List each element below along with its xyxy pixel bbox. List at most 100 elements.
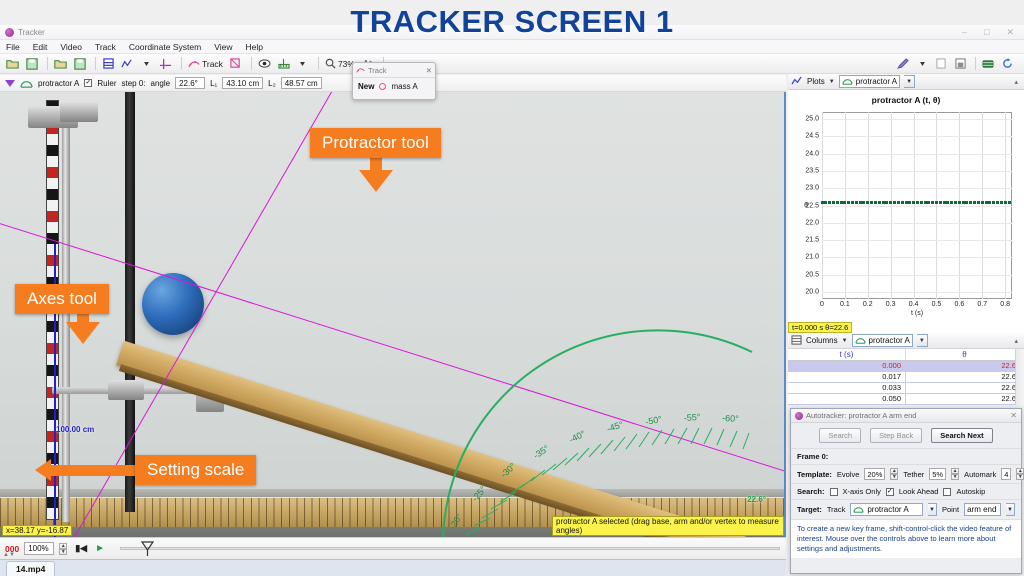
target-track-selector[interactable]: protractor A [850,503,923,516]
ruler-icon[interactable] [276,55,292,72]
plot-data-point [828,200,832,204]
menu-view[interactable]: View [212,42,234,52]
automark-field[interactable]: 4 [1001,468,1012,480]
panel-resize-arrows[interactable]: ▲▼ [3,552,15,558]
table-track-dropdown-icon[interactable]: ▼ [916,334,928,347]
track-popup-window[interactable]: Track ✕ New mass A [352,62,436,100]
protractor-overlay[interactable]: -10° -15° -20° -25° -30° -35° -40° -45° … [352,187,772,537]
table-icon[interactable] [100,55,116,72]
columns-menu-chevron-icon[interactable]: ▼ [842,338,848,344]
plot-status-readout: t=0.000 s θ=22.6 [788,322,853,333]
l2-value-field[interactable]: 48.57 cm [280,77,322,89]
track-name-label[interactable]: protractor A [38,79,79,88]
autotracker-close-icon[interactable]: ✕ [1010,411,1017,420]
evolve-stepper[interactable]: ▲ ▼ [890,468,899,480]
xaxis-only-checkbox[interactable] [829,487,838,496]
file-tabs-bar: 14.mp4 [0,559,786,576]
data-table[interactable]: t (s) θ 0.000 22.6° 0.017 22.6° 0.033 22.6° 0.… [788,349,1024,405]
menu-video[interactable]: Video [58,42,84,52]
plot-data-point [870,200,874,204]
save-icon[interactable] [24,55,40,72]
chevron-down-icon[interactable] [295,55,311,72]
rate-stepper[interactable]: ▲ ▼ [59,542,68,555]
video-scrubber[interactable] [119,541,780,556]
ruler-checkbox[interactable]: ✓ [84,79,93,87]
main-toolbar: Track 73% A⁺ [0,54,1024,74]
menu-file[interactable]: File [4,42,22,52]
target-point-dropdown-icon[interactable]: ▼ [1005,503,1015,516]
chevron-down-icon[interactable] [914,55,930,72]
playhead-marker[interactable] [140,541,155,557]
look-ahead-checkbox[interactable]: ✓ [885,487,894,496]
plot-icon[interactable] [119,55,135,72]
plot-collapse-icon[interactable]: ▴ [1014,78,1021,86]
track-menu-triangle-icon[interactable] [5,79,15,87]
pencil-icon[interactable] [895,55,911,72]
table-header-t[interactable]: t (s) [788,349,906,360]
track-new-button[interactable]: New [358,82,374,91]
table-scrollbar[interactable] [1015,349,1024,405]
save-tabset-icon[interactable] [72,55,88,72]
eye-icon[interactable] [256,55,273,72]
refresh-icon[interactable] [999,55,1015,72]
rate-field[interactable]: 100% [24,542,55,555]
table-row[interactable]: 0.033 22.6° [788,383,1024,394]
search-button[interactable]: Search [819,428,862,443]
evolve-field[interactable]: 20% [864,468,886,480]
svg-text:-60°: -60° [722,413,740,424]
track-popup-close-icon[interactable]: ✕ [426,66,432,75]
track-button[interactable]: Track [186,55,225,72]
plot-ylabel: θ [804,202,808,209]
video-canvas[interactable]: 100.00 cm -20° -25° -30° -35° -40° -45° … [0,92,786,537]
calibration-icon[interactable] [228,55,244,72]
xaxis-only-label: X-axis Only [842,487,881,496]
columns-menu-label[interactable]: Columns [806,336,838,345]
plot-panel-header: Plots ▼ protractor A ▼ ▴ [788,74,1024,90]
autoskip-checkbox[interactable] [943,487,952,496]
protractor-angle-readout: 22.6° [747,495,766,504]
autotracker-dialog[interactable]: Autotracker: protractor A arm end ✕ Sear… [790,408,1024,574]
overlay-title: TRACKER SCREEN 1 [350,4,674,39]
layout-icon[interactable] [952,55,968,72]
plot-area[interactable]: protractor A (t, θ) 0 0.1 0.2 0.3 0.4 0.5 0.6 0… [788,90,1024,333]
file-tab-video[interactable]: 14.mp4 [6,561,56,576]
plot-track-dropdown-icon[interactable]: ▼ [904,75,916,88]
l1-value-field[interactable]: 43.10 cm [222,77,264,89]
target-point-selector[interactable]: arm end [964,503,1001,516]
tether-stepper[interactable]: ▲ ▼ [951,468,960,480]
plot-data-point [904,200,908,204]
notes-icon[interactable] [933,55,949,72]
play-icon[interactable]: ► [95,543,105,554]
plot-icon [791,73,803,91]
angle-value-field[interactable]: 22.6° [175,77,206,89]
autotracker-title: Autotracker: protractor A arm end [806,411,917,420]
table-header-theta[interactable]: θ [906,349,1024,360]
search-next-button[interactable]: Search Next [931,428,993,443]
video-icon[interactable] [980,55,996,72]
table-cell-t: 0.050 [788,394,906,404]
open-library-icon[interactable] [52,55,69,72]
automark-stepper[interactable]: ▲ ▼ [1016,468,1024,480]
table-collapse-icon[interactable]: ▴ [1014,337,1021,345]
menu-track[interactable]: Track [93,42,118,52]
plots-menu-label[interactable]: Plots [807,77,825,86]
table-row[interactable]: 0.000 22.6° [788,361,1024,372]
plots-menu-chevron-icon[interactable]: ▼ [829,79,835,85]
step-back-button[interactable]: Step Back [870,428,923,443]
table-row[interactable]: 0.017 22.6° [788,372,1024,383]
clamp-middle [108,380,144,400]
table-row[interactable]: 0.050 22.6° [788,394,1024,405]
plot-title: protractor A (t, θ) [871,95,941,105]
axes-icon[interactable] [157,55,174,72]
track-mass-item[interactable]: mass A [391,82,417,91]
menu-help[interactable]: Help [243,42,264,52]
chevron-down-icon[interactable] [138,55,154,72]
tether-field[interactable]: 5% [929,468,947,480]
step-to-start-icon[interactable]: ▮◀ [75,543,87,554]
target-track-dropdown-icon[interactable]: ▼ [927,503,937,516]
plot-track-selector[interactable]: protractor A [838,75,901,88]
menu-coordinate-system[interactable]: Coordinate System [127,42,203,52]
menu-edit[interactable]: Edit [31,42,50,52]
table-track-selector[interactable]: protractor A [851,334,913,347]
open-file-icon[interactable] [4,55,21,72]
